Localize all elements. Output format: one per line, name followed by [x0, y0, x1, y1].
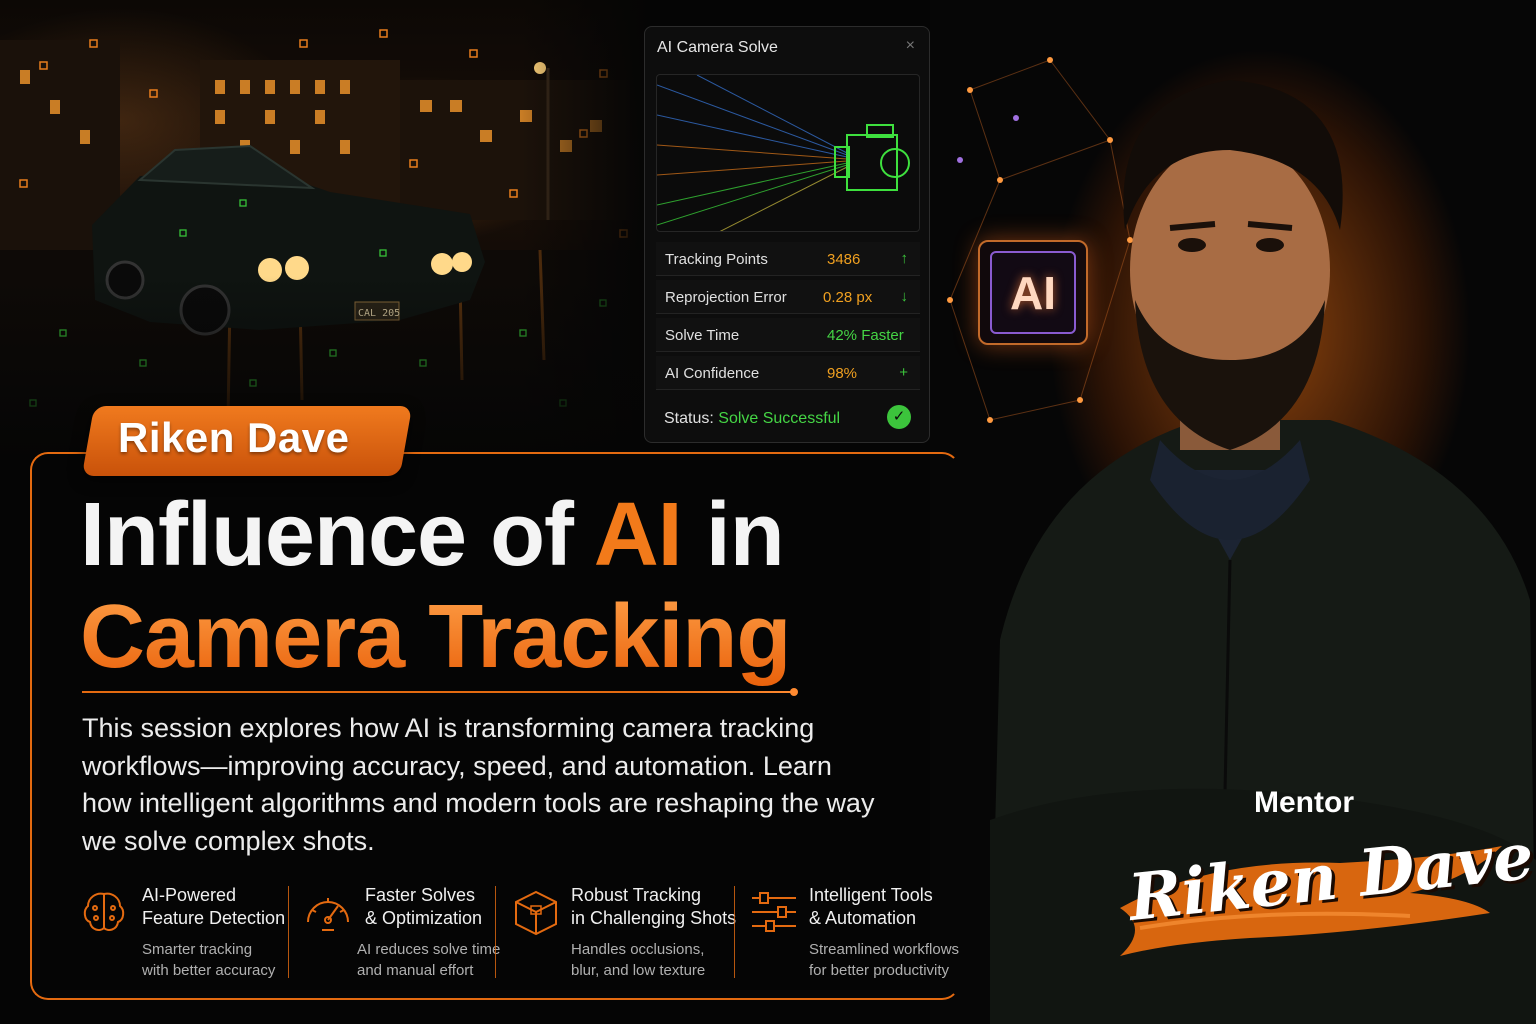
feature-title-line: AI-Powered: [142, 885, 237, 905]
session-description: This session explores how AI is transfor…: [82, 713, 875, 856]
ai-chip-graphic: AI: [978, 240, 1088, 345]
feature-separator: [734, 886, 735, 978]
close-icon[interactable]: ×: [906, 37, 915, 55]
feature-title-line: Feature Detection: [142, 908, 286, 928]
feature-description: Streamlined workflows for better producti…: [809, 939, 959, 981]
solve-status: Status: Solve Successful: [664, 410, 840, 428]
panel-title: AI Camera Solve: [657, 39, 778, 56]
stat-row-tracking-points: Tracking Points 3486 ↑: [656, 242, 920, 276]
car-silhouette: CAL 205: [92, 144, 485, 336]
feature-title: Intelligent Tools & Automation: [809, 884, 933, 930]
presenter-tag: Riken Dave: [118, 414, 350, 461]
sliders-icon: [752, 892, 796, 932]
camera-frustum-illustration: [657, 75, 910, 231]
feature-robust-tracking: Robust Tracking in Challenging Shots Hand…: [510, 884, 736, 984]
plus-icon: +: [899, 364, 908, 381]
feature-description: Smarter tracking with better accuracy: [142, 939, 275, 981]
feature-title-line: & Optimization: [365, 908, 483, 928]
cube-icon: [515, 890, 557, 936]
stat-label: Solve Time: [665, 327, 740, 344]
ai-camera-solve-panel: AI Camera Solve × Tracking Points 3486 ↑…: [644, 26, 930, 443]
mentor-label: Mentor: [1254, 786, 1354, 819]
svg-text:CAL 205: CAL 205: [358, 308, 400, 319]
feature-desc-line: Streamlined workflows: [809, 941, 960, 958]
feature-title-line: Faster Solves: [365, 885, 476, 905]
stat-value: 98%: [827, 365, 858, 382]
feature-separator: [288, 886, 289, 978]
feature-desc-line: and manual effort: [357, 962, 474, 979]
feature-ai-powered-detection: AI-Powered Feature Detection Smarter trac…: [78, 884, 285, 984]
stat-row-ai-confidence: AI Confidence 98% +: [656, 356, 920, 390]
headline-line-1: Influence of AI in: [80, 480, 785, 590]
city-car-background: CAL 205: [0, 0, 650, 460]
feature-title-line: Robust Tracking: [571, 885, 702, 905]
stat-value: 3486: [827, 251, 861, 268]
feature-desc-line: blur, and low texture: [571, 962, 706, 979]
stat-row-reprojection-error: Reprojection Error 0.28 px ↓: [656, 280, 920, 314]
feature-title-line: & Automation: [809, 908, 917, 928]
ai-chip-label: AI: [990, 251, 1076, 334]
feature-desc-line: Smarter tracking: [142, 941, 253, 958]
feature-desc-line: with better accuracy: [142, 962, 276, 979]
feature-faster-solves: Faster Solves & Optimization AI reduces s…: [302, 884, 500, 984]
headline-divider: [82, 691, 794, 693]
stat-value: 0.28 px: [823, 289, 873, 306]
arrow-down-icon: ↓: [900, 288, 909, 305]
brain-icon: [83, 892, 125, 931]
status-label: Status:: [664, 410, 714, 427]
feature-title: Faster Solves & Optimization: [365, 884, 482, 930]
feature-desc-line: for better productivity: [809, 962, 950, 979]
feature-title: Robust Tracking in Challenging Shots: [571, 884, 736, 930]
check-circle-icon: ✓: [887, 405, 911, 429]
divider-dot: [790, 688, 798, 696]
headline-line-2: Camera Tracking: [80, 582, 791, 692]
feature-separator: [495, 886, 496, 978]
headline-text: in: [681, 485, 785, 585]
feature-desc-line: Handles occlusions,: [571, 941, 705, 958]
stat-label: Reprojection Error: [665, 289, 787, 306]
stat-label: AI Confidence: [665, 365, 760, 382]
headline-text: Influence of: [80, 485, 594, 585]
feature-description: AI reduces solve time and manual effort: [357, 939, 500, 981]
feature-title-line: in Challenging Shots: [571, 908, 737, 928]
stat-row-solve-time: Solve Time 42% Faster: [656, 318, 920, 352]
status-value: Solve Successful: [718, 410, 841, 427]
feature-intelligent-tools: Intelligent Tools & Automation Streamline…: [748, 884, 959, 984]
arrow-up-icon: ↑: [900, 250, 909, 267]
feature-description: Handles occlusions, blur, and low texture: [571, 939, 705, 981]
speedometer-icon: [307, 898, 349, 931]
camera-solve-visualization: [656, 74, 920, 232]
feature-title-line: Intelligent Tools: [809, 885, 933, 905]
stat-label: Tracking Points: [665, 251, 768, 268]
headline-highlight: AI: [593, 485, 683, 585]
feature-title: AI-Powered Feature Detection: [142, 884, 285, 930]
feature-desc-line: AI reduces solve time: [357, 941, 501, 958]
stat-value: 42% Faster: [827, 327, 904, 344]
city-scene-illustration: CAL 205: [0, 29, 650, 460]
